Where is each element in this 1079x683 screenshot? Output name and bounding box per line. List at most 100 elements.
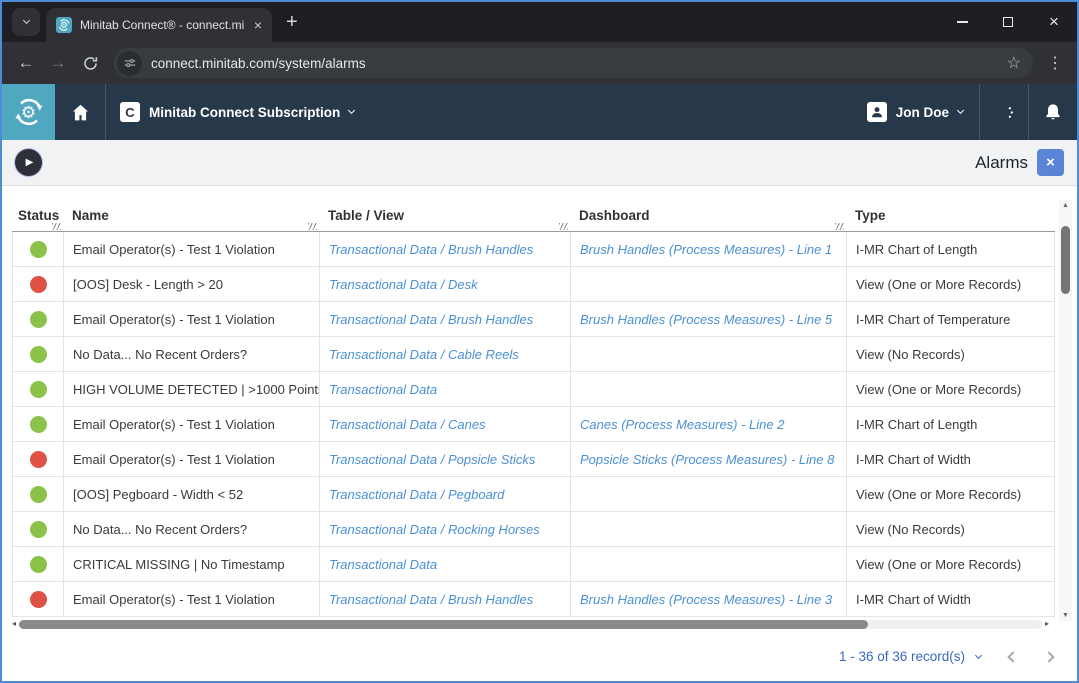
- horizontal-scrollbar-thumb[interactable]: [19, 620, 868, 629]
- browser-tab-minitab-connect[interactable]: ⚙ Minitab Connect® - connect.mi ×: [46, 8, 272, 42]
- table-row[interactable]: HIGH VOLUME DETECTED | >1000 Points Tran…: [12, 372, 1055, 407]
- browser-tabstrip: ⚙ Minitab Connect® - connect.mi × + ×: [2, 2, 1077, 42]
- table-row[interactable]: Email Operator(s) - Test 1 Violation Tra…: [12, 582, 1055, 617]
- scroll-right-icon[interactable]: ▸: [1045, 620, 1049, 628]
- site-settings-button[interactable]: [117, 51, 142, 76]
- table-row[interactable]: No Data... No Recent Orders? Transaction…: [12, 512, 1055, 547]
- status-cell: [12, 582, 64, 616]
- column-resize-handle[interactable]: [835, 223, 844, 230]
- reload-button[interactable]: [74, 47, 106, 79]
- table-view-link[interactable]: Transactional Data / Cable Reels: [329, 347, 519, 362]
- subscription-selector[interactable]: C Minitab Connect Subscription: [106, 84, 368, 140]
- alarm-name-cell: Email Operator(s) - Test 1 Violation: [64, 582, 320, 616]
- dashboard-link[interactable]: Brush Handles (Process Measures) - Line …: [580, 242, 832, 257]
- table-row[interactable]: Email Operator(s) - Test 1 Violation Tra…: [12, 302, 1055, 337]
- type-cell: I-MR Chart of Length: [847, 407, 1055, 441]
- column-header-status[interactable]: Status: [12, 200, 64, 231]
- column-resize-handle[interactable]: [559, 223, 568, 230]
- table-view-link[interactable]: Transactional Data / Popsicle Sticks: [329, 452, 535, 467]
- recent-activity-button[interactable]: [980, 84, 1028, 140]
- table-view-link[interactable]: Transactional Data / Rocking Horses: [329, 522, 540, 537]
- clock-moon-icon: [993, 101, 1016, 124]
- dashboard-cell: Brush Handles (Process Measures) - Line …: [571, 302, 847, 336]
- user-name: Jon Doe: [896, 105, 949, 120]
- alarms-table-area: Status Name Table / View Dashboard Type: [2, 186, 1077, 632]
- table-row[interactable]: [OOS] Pegboard - Width < 52 Transactiona…: [12, 477, 1055, 512]
- run-button[interactable]: ▶: [15, 149, 42, 176]
- record-count-text: 1 - 36 of 36 record(s): [839, 649, 965, 664]
- tab-close-icon[interactable]: ×: [254, 18, 262, 32]
- dashboard-link[interactable]: Brush Handles (Process Measures) - Line …: [580, 592, 832, 607]
- table-view-link[interactable]: Transactional Data / Brush Handles: [329, 242, 533, 257]
- table-row[interactable]: No Data... No Recent Orders? Transaction…: [12, 337, 1055, 372]
- notifications-button[interactable]: [1029, 84, 1077, 140]
- tab-search-button[interactable]: [12, 8, 40, 36]
- table-view-cell: Transactional Data / Cable Reels: [320, 337, 571, 371]
- minimize-button[interactable]: [939, 2, 985, 42]
- table-view-link[interactable]: Transactional Data: [329, 382, 437, 397]
- alarm-name-cell: [OOS] Desk - Length > 20: [64, 267, 320, 301]
- chevron-down-icon: [975, 651, 982, 658]
- previous-page-button[interactable]: [1009, 653, 1017, 661]
- minitab-connect-logo[interactable]: ⚙: [2, 84, 55, 140]
- new-tab-button[interactable]: +: [286, 12, 298, 32]
- vertical-scrollbar[interactable]: ▲ ▼: [1059, 200, 1072, 621]
- status-indicator: [30, 276, 47, 293]
- table-row[interactable]: Email Operator(s) - Test 1 Violation Tra…: [12, 442, 1055, 477]
- url-text[interactable]: connect.minitab.com/system/alarms: [151, 56, 1007, 71]
- horizontal-scrollbar[interactable]: ◂ ▸: [12, 619, 1049, 629]
- alarm-name-cell: Email Operator(s) - Test 1 Violation: [64, 407, 320, 441]
- dashboard-cell: Popsicle Sticks (Process Measures) - Lin…: [571, 442, 847, 476]
- table-view-cell: Transactional Data / Rocking Horses: [320, 512, 571, 546]
- table-view-link[interactable]: Transactional Data / Pegboard: [329, 487, 504, 502]
- dashboard-link[interactable]: Popsicle Sticks (Process Measures) - Lin…: [580, 452, 834, 467]
- panel-close-button[interactable]: ×: [1037, 149, 1064, 176]
- chevron-down-icon: [957, 107, 964, 114]
- address-bar[interactable]: connect.minitab.com/system/alarms ☆: [114, 48, 1033, 78]
- table-row[interactable]: Email Operator(s) - Test 1 Violation Tra…: [12, 407, 1055, 442]
- scroll-up-icon[interactable]: ▲: [1062, 202, 1069, 209]
- column-resize-handle[interactable]: [52, 223, 61, 230]
- status-indicator: [30, 311, 47, 328]
- dashboard-cell: [571, 372, 847, 406]
- back-button[interactable]: ←: [10, 47, 42, 79]
- alarm-name-cell: [OOS] Pegboard - Width < 52: [64, 477, 320, 511]
- column-header-dashboard[interactable]: Dashboard: [571, 200, 847, 231]
- scroll-down-icon[interactable]: ▼: [1062, 612, 1069, 619]
- status-cell: [12, 232, 64, 266]
- table-view-link[interactable]: Transactional Data / Canes: [329, 417, 486, 432]
- table-view-cell: Transactional Data / Brush Handles: [320, 302, 571, 336]
- horizontal-scrollbar-track[interactable]: [19, 620, 1042, 629]
- table-view-link[interactable]: Transactional Data: [329, 557, 437, 572]
- next-page-button[interactable]: [1045, 653, 1053, 661]
- column-header-table-view[interactable]: Table / View: [320, 200, 571, 231]
- reload-icon: [82, 55, 99, 72]
- dashboard-cell: Canes (Process Measures) - Line 2: [571, 407, 847, 441]
- dashboard-link[interactable]: Canes (Process Measures) - Line 2: [580, 417, 784, 432]
- scroll-left-icon[interactable]: ◂: [12, 620, 16, 628]
- table-row[interactable]: CRITICAL MISSING | No Timestamp Transact…: [12, 547, 1055, 582]
- forward-button[interactable]: →: [42, 47, 74, 79]
- type-cell: View (One or More Records): [847, 477, 1055, 511]
- status-indicator: [30, 241, 47, 258]
- column-header-name[interactable]: Name: [64, 200, 320, 231]
- vertical-scrollbar-thumb[interactable]: [1061, 226, 1070, 294]
- table-row[interactable]: [OOS] Desk - Length > 20 Transactional D…: [12, 267, 1055, 302]
- type-cell: I-MR Chart of Width: [847, 582, 1055, 616]
- user-menu[interactable]: Jon Doe: [851, 84, 979, 140]
- status-indicator: [30, 486, 47, 503]
- table-row[interactable]: Email Operator(s) - Test 1 Violation Tra…: [12, 232, 1055, 267]
- table-view-link[interactable]: Transactional Data / Brush Handles: [329, 312, 533, 327]
- window-close-button[interactable]: ×: [1031, 2, 1077, 42]
- record-count-selector[interactable]: 1 - 36 of 36 record(s): [839, 649, 981, 664]
- table-view-link[interactable]: Transactional Data / Brush Handles: [329, 592, 533, 607]
- maximize-button[interactable]: [985, 2, 1031, 42]
- table-view-cell: Transactional Data / Brush Handles: [320, 582, 571, 616]
- table-view-link[interactable]: Transactional Data / Desk: [329, 277, 478, 292]
- dashboard-link[interactable]: Brush Handles (Process Measures) - Line …: [580, 312, 832, 327]
- home-button[interactable]: [55, 84, 105, 140]
- column-header-type[interactable]: Type: [847, 200, 1055, 231]
- browser-menu-button[interactable]: ⋮: [1041, 53, 1069, 73]
- bookmark-star-icon[interactable]: ☆: [1007, 53, 1021, 73]
- column-resize-handle[interactable]: [308, 223, 317, 230]
